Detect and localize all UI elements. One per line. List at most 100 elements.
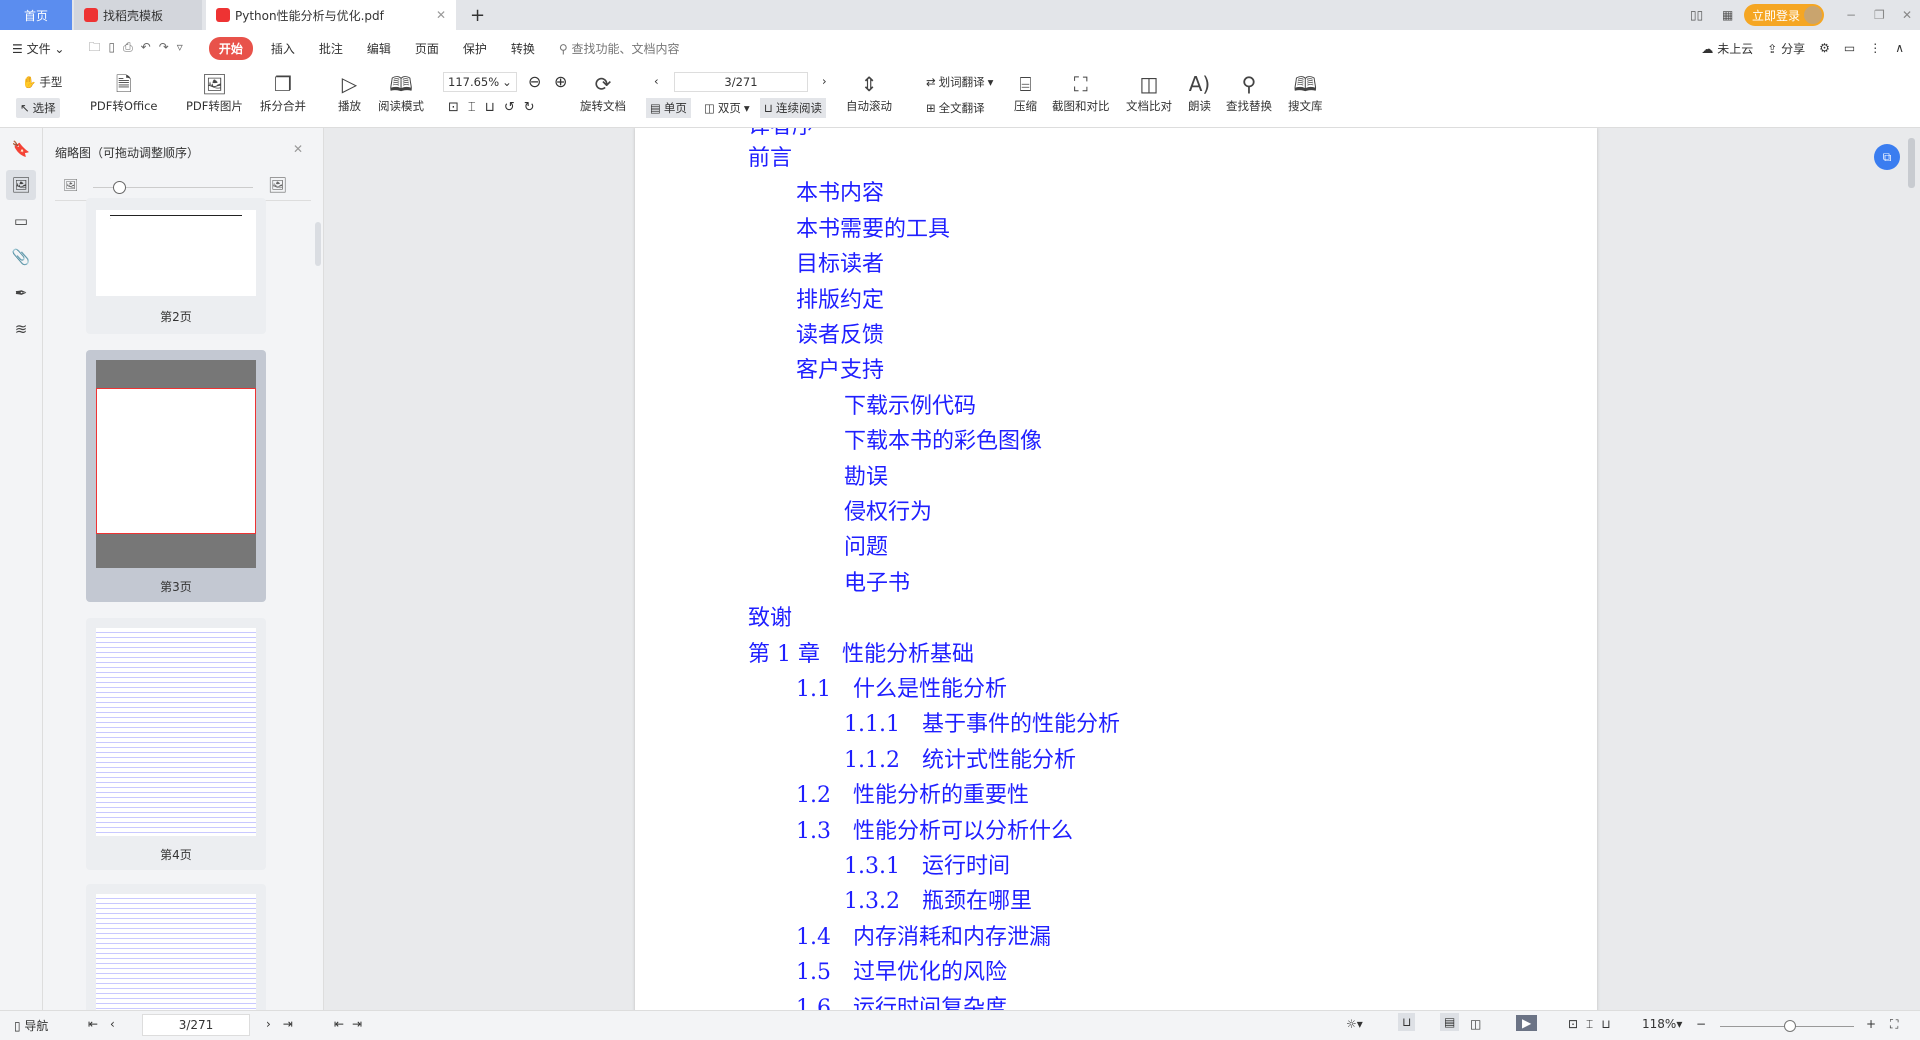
full-translate-button[interactable]: ⊞ 全文翻译 [922, 98, 989, 118]
rotate-doc-button[interactable]: ⟳ 旋转文档 [580, 70, 626, 114]
toc-entry[interactable]: 客户支持 [796, 352, 884, 384]
cloud-button[interactable]: ☁ 未上云 [1701, 40, 1753, 57]
screenshot-compare-button[interactable]: ⛶ 截图和对比 [1052, 70, 1110, 114]
zoom-in-button[interactable]: ⊕ [550, 70, 571, 93]
thumb-size-slider[interactable] [93, 181, 253, 194]
toc-entry[interactable]: 勘误 [844, 459, 888, 491]
toc-entry[interactable]: 读者反馈 [796, 317, 884, 349]
toc-entry[interactable]: 1.4 内存消耗和内存泄漏 [796, 919, 1051, 951]
select-tool-button[interactable]: ↖ 选择 [16, 98, 60, 118]
auto-scroll-button[interactable]: ⇕ 自动滚动 [846, 70, 892, 114]
close-panel-icon[interactable]: ✕ [293, 142, 303, 156]
toc-entry[interactable]: 1.1.2 统计式性能分析 [844, 742, 1076, 774]
word-translate-button[interactable]: ⇄ 划词翻译 ▾ [922, 72, 997, 92]
zoom-slider-handle[interactable] [1784, 1020, 1796, 1032]
new-tab-button[interactable]: + [460, 0, 495, 30]
minimize-button[interactable]: − [1836, 0, 1866, 30]
continuous-view-icon[interactable]: ⊔ [1398, 1013, 1416, 1031]
pdf-to-office-button[interactable]: 🗎 PDF转Office [90, 70, 157, 114]
single-view-icon[interactable]: ▤ [1440, 1013, 1460, 1031]
search-library-button[interactable]: 🕮 搜文库 [1288, 70, 1323, 114]
quick-access-icons[interactable]: 🗀▯⎙↶↷▿ [76, 38, 202, 59]
toc-entry[interactable]: 下载本书的彩色图像 [844, 423, 1042, 455]
toc-entry[interactable]: 1.1.1 基于事件的性能分析 [844, 706, 1120, 738]
restore-button[interactable]: ❐ [1864, 0, 1895, 30]
toc-entry[interactable]: 下载示例代码 [844, 388, 976, 420]
toc-entry[interactable]: 电子书 [844, 565, 910, 597]
eye-protect-icon[interactable]: ☼▾ [1346, 1017, 1363, 1031]
thumbnail-page-4[interactable]: 第4页 [86, 618, 266, 870]
menu-edit[interactable]: 编辑 [355, 40, 403, 57]
split-merge-button[interactable]: ❐ 拆分合并 [260, 70, 306, 114]
zoom-out-button[interactable]: − [1696, 1017, 1706, 1031]
toc-entry[interactable]: 致谢 [748, 600, 792, 632]
slider-handle[interactable] [113, 181, 126, 194]
next-last-buttons[interactable]: ›⇥ [266, 1017, 305, 1031]
menu-annotate[interactable]: 批注 [307, 40, 355, 57]
toc-entry[interactable]: 1.3.2 瓶颈在哪里 [844, 883, 1032, 915]
login-button[interactable]: 立即登录 [1744, 4, 1824, 26]
double-page-button[interactable]: ◫ 双页 ▾ [700, 98, 754, 118]
file-menu[interactable]: ☰ 文件 ⌄ [0, 40, 76, 57]
search-function-input[interactable]: ⚲ 查找功能、文档内容 [547, 40, 692, 57]
toc-entry[interactable]: 1.1 什么是性能分析 [796, 671, 1007, 703]
more-icon[interactable]: ⋮ [1869, 41, 1881, 55]
layers-icon[interactable]: ≋ [6, 314, 36, 344]
signature-icon[interactable]: ✒ [6, 278, 36, 308]
document-view[interactable]: 译者序 前言本书内容本书需要的工具目标读者排版约定读者反馈客户支持下载示例代码下… [324, 128, 1920, 1010]
read-aloud-button[interactable]: A) 朗读 [1188, 70, 1211, 114]
toc-entry[interactable]: 1.5 过早优化的风险 [796, 954, 1007, 986]
settings-icon[interactable]: ⚙ [1819, 41, 1830, 55]
tab-pdf[interactable]: Python性能分析与优化.pdf ✕ [206, 0, 456, 30]
toc-entry[interactable]: 本书内容 [796, 175, 884, 207]
play-button[interactable]: ▷ 播放 [338, 70, 361, 114]
collapse-icon[interactable]: ∧ [1895, 41, 1904, 55]
tab-home[interactable]: 首页 [0, 0, 72, 30]
toc-entry[interactable]: 目标读者 [796, 246, 884, 278]
back-forward-buttons[interactable]: ⇤⇥ [334, 1017, 370, 1031]
toc-entry[interactable]: 排版约定 [796, 282, 884, 314]
toc-entry[interactable]: 译者序 [748, 128, 814, 140]
apps-icon[interactable]: ▦ [1712, 0, 1743, 30]
thumbnail-page-5[interactable] [86, 884, 266, 1010]
toc-entry[interactable]: 1.3 性能分析可以分析什么 [796, 813, 1073, 845]
zoom-level[interactable]: 118%▾ [1642, 1017, 1682, 1031]
menu-convert[interactable]: 转换 [499, 40, 547, 57]
first-prev-buttons[interactable]: ⇤‹ [88, 1017, 127, 1031]
thumbnail-icon[interactable]: 🖼 [6, 170, 36, 200]
doc-compare-button[interactable]: ◫ 文档比对 [1126, 70, 1172, 114]
comment-icon[interactable]: ▭ [6, 206, 36, 236]
single-page-button[interactable]: ▤ 单页 [646, 98, 691, 118]
bookmark-icon[interactable]: 🔖 [6, 134, 36, 164]
prev-page-button[interactable]: ‹ [650, 72, 663, 90]
zoom-select[interactable]: 117.65% ⌄ [443, 72, 517, 92]
pdf-to-image-button[interactable]: 🖼 PDF转图片 [186, 70, 243, 114]
toc-entry[interactable]: 侵权行为 [844, 494, 932, 526]
find-replace-button[interactable]: ⚲ 查找替换 [1226, 70, 1272, 114]
next-page-button[interactable]: › [818, 72, 831, 90]
toc-entry[interactable]: 本书需要的工具 [796, 211, 950, 243]
view-fit-icons[interactable]: ⊡⌶⊔↺↻ [444, 98, 548, 117]
menu-page[interactable]: 页面 [403, 40, 451, 57]
float-action-icon[interactable]: ⧉ [1874, 144, 1900, 170]
status-page-input[interactable]: 3/271 [142, 1014, 250, 1036]
document-scrollbar[interactable] [1908, 138, 1915, 188]
menu-start[interactable]: 开始 [208, 36, 253, 60]
toc-entry[interactable]: 1.3.1 运行时间 [844, 848, 1010, 880]
layout-icon[interactable]: ▯▯ [1680, 0, 1713, 30]
play-icon[interactable]: ▶ [1516, 1015, 1538, 1031]
thumbnail-page-3[interactable]: 第3页 [86, 350, 266, 602]
zoom-slider[interactable] [1720, 1020, 1854, 1032]
tab-template[interactable]: 找稻壳模板 [74, 0, 202, 30]
close-window-button[interactable]: ✕ [1892, 0, 1920, 30]
page-input[interactable]: 3/271 [674, 72, 808, 92]
fullscreen-icon[interactable]: ⛶ [1890, 1017, 1898, 1032]
thumbnail-page-2[interactable]: . 第2页 [86, 198, 266, 334]
attachment-icon[interactable]: 📎 [6, 242, 36, 272]
continuous-read-button[interactable]: ⊔ 连续阅读 [760, 98, 826, 118]
zoom-in-button[interactable]: + [1866, 1017, 1876, 1031]
toc-entry[interactable]: 前言 [748, 140, 792, 172]
menu-insert[interactable]: 插入 [259, 40, 307, 57]
hand-tool-button[interactable]: ✋ 手型 [18, 72, 66, 92]
comment-icon[interactable]: ▭ [1844, 41, 1855, 55]
